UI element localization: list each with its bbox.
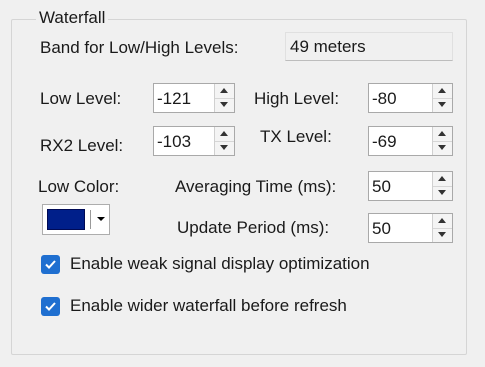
update-period-down-button[interactable] [433,228,452,242]
averaging-time-up-button[interactable] [433,172,452,187]
band-value: 49 meters [285,32,453,61]
wider-waterfall-label[interactable]: Enable wider waterfall before refresh [70,296,347,316]
high-level-down-button[interactable] [433,98,452,112]
rx2-level-label: RX2 Level: [40,136,124,155]
low-color-picker[interactable] [42,204,110,235]
arrow-down-icon [220,102,228,107]
color-swatch [47,209,85,230]
weak-signal-label[interactable]: Enable weak signal display optimization [70,254,370,274]
low-level-down-button[interactable] [215,98,234,112]
arrow-down-icon [220,145,228,150]
tx-level-value[interactable]: -69 [372,132,397,152]
band-label: Band for Low/High Levels: [40,38,239,57]
high-level-arrows[interactable] [432,84,452,112]
averaging-time-down-button[interactable] [433,186,452,200]
arrow-up-icon [438,218,446,223]
update-period-value[interactable]: 50 [372,219,391,239]
color-picker-divider [90,210,91,229]
low-level-value[interactable]: -121 [157,89,191,109]
chevron-down-icon[interactable] [97,217,105,221]
averaging-time-label: Averaging Time (ms): [175,177,337,196]
arrow-up-icon [220,131,228,136]
averaging-time-arrows[interactable] [432,172,452,200]
arrow-down-icon [438,190,446,195]
arrow-down-icon [438,145,446,150]
high-level-label: High Level: [254,89,340,108]
low-color-label: Low Color: [38,177,120,196]
tx-level-down-button[interactable] [433,141,452,155]
low-level-up-button[interactable] [215,84,234,99]
low-level-arrows[interactable] [214,84,234,112]
rx2-level-spinner[interactable]: -103 [153,126,235,156]
arrow-down-icon [438,232,446,237]
update-period-up-button[interactable] [433,214,452,229]
checkmark-icon [45,302,56,311]
tx-level-spinner[interactable]: -69 [368,126,453,156]
low-level-spinner[interactable]: -121 [153,83,235,113]
averaging-time-spinner[interactable]: 50 [368,171,453,201]
wider-waterfall-checkbox[interactable] [41,297,60,316]
rx2-level-down-button[interactable] [215,141,234,155]
tx-level-arrows[interactable] [432,127,452,155]
checkmark-icon [45,260,56,269]
update-period-spinner[interactable]: 50 [368,213,453,243]
weak-signal-checkbox[interactable] [41,255,60,274]
rx2-level-up-button[interactable] [215,127,234,142]
arrow-up-icon [220,88,228,93]
rx2-level-arrows[interactable] [214,127,234,155]
arrow-up-icon [438,176,446,181]
tx-level-up-button[interactable] [433,127,452,142]
arrow-up-icon [438,88,446,93]
update-period-label: Update Period (ms): [177,218,330,237]
rx2-level-value[interactable]: -103 [157,132,191,152]
high-level-up-button[interactable] [433,84,452,99]
update-period-arrows[interactable] [432,214,452,242]
averaging-time-value[interactable]: 50 [372,177,391,197]
tx-level-label: TX Level: [260,127,332,146]
arrow-down-icon [438,102,446,107]
high-level-spinner[interactable]: -80 [368,83,453,113]
low-level-label: Low Level: [40,89,122,108]
high-level-value[interactable]: -80 [372,89,397,109]
groupbox-title: Waterfall [36,8,109,28]
arrow-up-icon [438,131,446,136]
